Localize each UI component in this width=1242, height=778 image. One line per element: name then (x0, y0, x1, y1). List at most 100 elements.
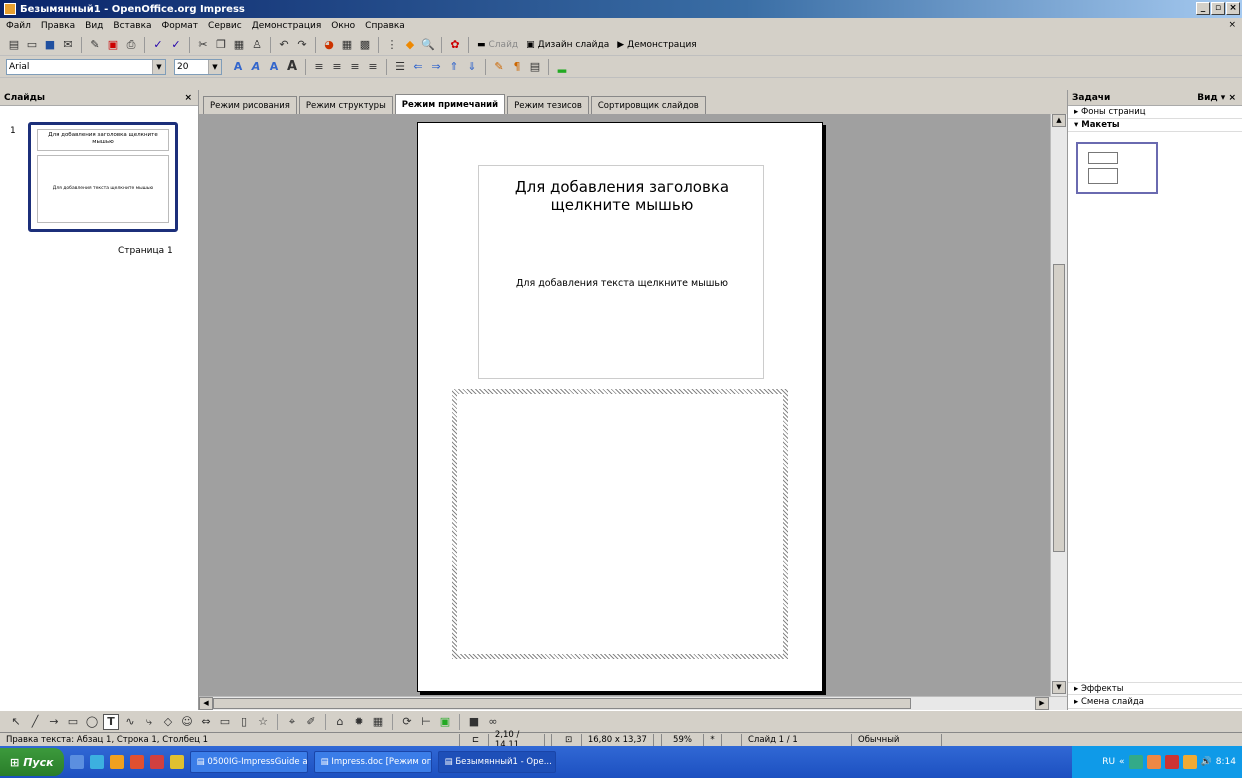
language-indicator[interactable]: RU (1102, 757, 1115, 767)
autospell-icon[interactable]: ✓ (168, 37, 184, 53)
volume-icon[interactable]: 🔊 (1201, 757, 1212, 767)
chart-icon[interactable]: ◕ (321, 37, 337, 53)
slide-text-placeholder[interactable]: Для добавления текста щелкните мышью (479, 278, 765, 289)
paste-icon[interactable]: ▦ (231, 37, 247, 53)
table-icon[interactable]: ▦ (339, 37, 355, 53)
cut-icon[interactable]: ✂ (195, 37, 211, 53)
copy-icon[interactable]: ❐ (213, 37, 229, 53)
promote-icon[interactable]: ⇐ (410, 59, 426, 75)
vertical-scrollbar[interactable]: ▲ ▼ (1050, 114, 1067, 708)
move-down-icon[interactable]: ⇓ (464, 59, 480, 75)
glasses-icon[interactable]: ∞ (485, 714, 501, 730)
redo-icon[interactable]: ↷ (294, 37, 310, 53)
notes-text-box[interactable] (452, 389, 788, 659)
stars-icon[interactable]: ☆ (255, 714, 271, 730)
align-right-icon[interactable]: ≡ (347, 59, 363, 75)
menu-window[interactable]: Окно (329, 21, 357, 31)
opera-icon[interactable] (129, 755, 144, 769)
block-arrows-icon[interactable]: ⇔ (198, 714, 214, 730)
show-desktop-icon[interactable] (69, 755, 84, 769)
scroll-down-icon[interactable]: ▼ (1052, 681, 1066, 694)
print-icon[interactable]: ⎙ (123, 37, 139, 53)
align-left-icon[interactable]: ≡ (311, 59, 327, 75)
horizontal-scrollbar[interactable]: ◀ ▶ (199, 696, 1067, 710)
chevron-down-icon[interactable]: ▼ (152, 59, 165, 74)
horizontal-scroll-thumb[interactable] (213, 698, 911, 709)
tab-outline[interactable]: Режим структуры (298, 96, 393, 114)
quicklaunch-icon[interactable] (149, 755, 164, 769)
menu-slideshow[interactable]: Демонстрация (250, 21, 324, 31)
chevron-down-icon[interactable]: ▼ (208, 59, 221, 74)
ellipse-icon[interactable]: ◯ (84, 714, 100, 730)
help-icon[interactable]: ✿ (447, 37, 463, 53)
text-icon[interactable]: T (103, 713, 119, 730)
flowchart-icon[interactable]: ▭ (217, 714, 233, 730)
glue-points-icon[interactable]: ✐ (303, 714, 319, 730)
arrow-line-icon[interactable]: → (46, 714, 62, 730)
slide-design-button[interactable]: ▣ Дизайн слайда (523, 40, 612, 50)
start-button[interactable]: ⊞ Пуск (0, 748, 64, 776)
italic-icon[interactable]: A (248, 59, 264, 75)
extrusion-icon[interactable]: ⟳ (399, 714, 415, 730)
points-icon[interactable]: ⌖ (284, 714, 300, 730)
menu-format[interactable]: Формат (160, 21, 201, 31)
edit-file-icon[interactable]: ✎ (87, 37, 103, 53)
task-view-menu[interactable]: Вид ▾ × (1197, 93, 1236, 103)
bold-icon[interactable]: A (284, 59, 300, 75)
grid-icon[interactable]: ⋮ (384, 37, 400, 53)
tray-icon-4[interactable] (1182, 755, 1197, 769)
character-icon[interactable]: ✎ (491, 59, 507, 75)
tray-icon-2[interactable] (1146, 755, 1161, 769)
menu-insert[interactable]: Вставка (111, 21, 153, 31)
from-file-icon[interactable]: ✹ (351, 714, 367, 730)
interaction-icon[interactable]: ■ (466, 714, 482, 730)
slide-button[interactable]: ▬ Слайд (474, 40, 521, 50)
bullets-icon[interactable]: ☰ (392, 59, 408, 75)
paragraph-icon[interactable]: ¶ (509, 59, 525, 75)
line-icon[interactable]: ╱ (27, 714, 43, 730)
section-slide-transition[interactable]: ▸ Смена слайда (1068, 696, 1242, 709)
connector-icon[interactable]: ⤷ (141, 714, 157, 730)
minimize-button[interactable]: _ (1196, 2, 1210, 15)
spellcheck-icon[interactable]: ✓ (150, 37, 166, 53)
zoom-icon[interactable]: 🔍 (420, 37, 436, 53)
maximize-button[interactable]: ▫ (1211, 2, 1225, 15)
vertical-scroll-thumb[interactable] (1053, 264, 1065, 552)
outline-icon[interactable]: A (266, 59, 282, 75)
tab-handout[interactable]: Режим тезисов (507, 96, 589, 114)
scroll-up-icon[interactable]: ▲ (1052, 114, 1066, 127)
taskbar-item-impress[interactable]: ▤ Безымянный1 - Ope... (437, 751, 556, 773)
undo-icon[interactable]: ↶ (276, 37, 292, 53)
arrange-icon[interactable]: ▣ (437, 714, 453, 730)
scroll-right-icon[interactable]: ▶ (1035, 697, 1049, 710)
show-draw-functions-icon[interactable]: ▩ (357, 37, 373, 53)
navigator-icon[interactable]: ◆ (402, 37, 418, 53)
tray-icon-3[interactable] (1164, 755, 1179, 769)
scroll-left-icon[interactable]: ◀ (199, 697, 213, 710)
new-icon[interactable]: ▤ (6, 37, 22, 53)
menu-view[interactable]: Вид (83, 21, 105, 31)
taskbar-item-guide[interactable]: ▤ 0500IG-ImpressGuide aka... (189, 751, 308, 773)
format-paintbrush-icon[interactable]: ♙ (249, 37, 265, 53)
tab-slide-sorter[interactable]: Сортировщик слайдов (590, 96, 706, 114)
status-signature[interactable] (722, 733, 742, 746)
demote-icon[interactable]: ⇒ (428, 59, 444, 75)
menu-tools[interactable]: Сервис (206, 21, 244, 31)
menu-edit[interactable]: Правка (39, 21, 77, 31)
ie-icon[interactable] (89, 755, 104, 769)
status-zoom[interactable]: 59% (662, 733, 704, 746)
align-center-icon[interactable]: ≡ (329, 59, 345, 75)
slideshow-button[interactable]: ▶ Демонстрация (614, 40, 699, 50)
email-icon[interactable]: ✉ (60, 37, 76, 53)
section-page-backgrounds[interactable]: ▸ Фоны страниц (1068, 106, 1242, 119)
rectangle-icon[interactable]: ▭ (65, 714, 81, 730)
explorer-icon[interactable] (109, 755, 124, 769)
font-color-icon[interactable]: ▂ (554, 59, 570, 75)
justify-icon[interactable]: ≡ (365, 59, 381, 75)
close-document-icon[interactable]: × (1226, 20, 1238, 30)
numbering-icon[interactable]: ▤ (527, 59, 543, 75)
gallery-icon[interactable]: ▦ (370, 714, 386, 730)
save-icon[interactable]: ■ (42, 37, 58, 53)
tray-expand-icon[interactable]: « (1119, 757, 1125, 767)
font-name-combo[interactable]: Arial ▼ (6, 58, 166, 75)
